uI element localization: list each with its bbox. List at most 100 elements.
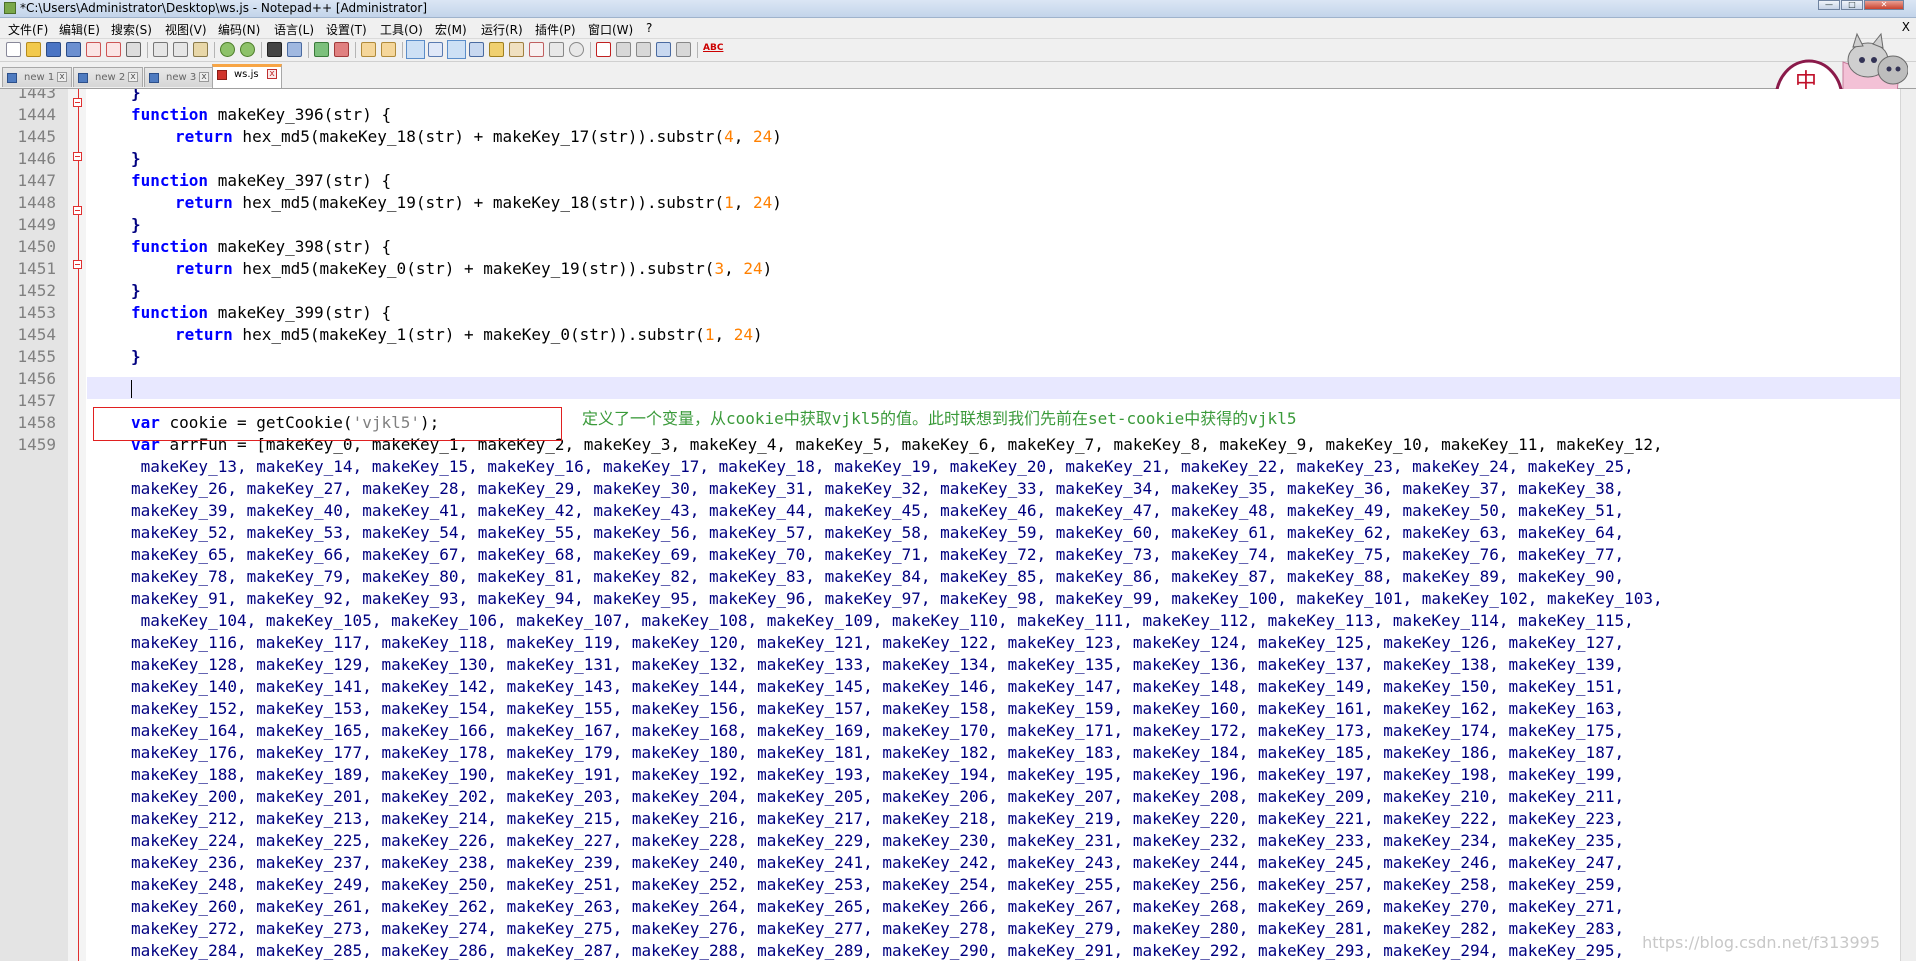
menu-view[interactable]: 视图(V) [165,21,207,38]
close-all-icon[interactable] [106,42,121,57]
menu-macro[interactable]: 宏(M) [435,21,467,38]
record-macro-icon[interactable] [596,42,611,57]
vertical-scrollbar[interactable] [1900,89,1916,961]
tab-close-icon[interactable]: x [57,72,67,82]
menu-run[interactable]: 运行(R) [481,21,523,38]
code-text: ) [772,193,782,212]
title-bar: *C:\Users\Administrator\Desktop\ws.js - … [0,0,1916,18]
menu-search[interactable]: 搜索(S) [111,21,152,38]
save-macro-icon[interactable] [676,42,691,57]
replace-icon[interactable] [287,42,302,57]
zoom-in-icon[interactable] [314,42,329,57]
wrapped-code-line: makeKey_26, makeKey_27, makeKey_28, make… [131,479,1625,498]
sync-vertical-icon[interactable] [361,42,376,57]
menu-tools[interactable]: 工具(O) [380,21,423,38]
code-text: ) [762,259,773,278]
close-window-button[interactable]: ✕ [1864,0,1904,10]
menu-language[interactable]: 语言(L) [274,21,314,38]
menu-settings[interactable]: 设置(T) [326,21,367,38]
line-number: 1448 [17,193,56,212]
line-number: 1453 [17,303,56,322]
save-icon[interactable] [46,42,61,57]
menu-plugins[interactable]: 插件(P) [535,21,576,38]
find-icon[interactable] [267,42,282,57]
code-brace: } [131,149,141,168]
cut-icon[interactable] [153,42,168,57]
code-text: makeKey_396(str) { [208,105,392,124]
paste-icon[interactable] [193,42,208,57]
indent-guide-toggle[interactable] [447,40,466,59]
tab-label: new 3 [166,72,197,83]
spellcheck-icon[interactable]: ABC [703,43,723,53]
print-icon[interactable] [126,42,141,57]
tab-new-3[interactable]: new 3 x [144,67,214,87]
minimize-button[interactable]: — [1818,0,1840,10]
code-text: makeKey_399(str) { [208,303,392,322]
code-number: 1 [724,193,734,212]
line-number: 1456 [17,369,56,388]
tab-new-1[interactable]: new 1 x [2,67,72,87]
tab-label: new 1 [24,72,55,83]
maximize-button[interactable]: □ [1841,0,1863,10]
menu-help[interactable]: ? [646,21,652,35]
tab-close-icon[interactable]: x [267,69,277,79]
notepadpp-app-icon[interactable] [4,2,16,14]
save-all-icon[interactable] [66,42,81,57]
code-text: , [724,259,744,278]
editor-area[interactable]: 1443 1444 1445 1446 1447 1448 1449 1450 … [0,89,1900,961]
code-text: ) [772,127,782,146]
code-text: makeKey_398(str) { [208,237,392,256]
fold-toggle[interactable] [73,98,82,107]
tab-close-icon[interactable]: x [128,72,138,82]
wrapped-code-line: makeKey_176, makeKey_177, makeKey_178, m… [131,743,1625,762]
wrapped-code-line: makeKey_236, makeKey_237, makeKey_238, m… [131,853,1625,872]
menu-bar: 文件(F) 编辑(E) 搜索(S) 视图(V) 编码(N) 语言(L) 设置(T… [0,18,1916,39]
menu-window[interactable]: 窗口(W) [588,21,633,38]
run-macro-multiple-icon[interactable] [656,42,671,57]
play-macro-icon[interactable] [636,42,651,57]
folder-as-workspace-icon[interactable] [529,42,544,57]
sync-horizontal-icon[interactable] [381,42,396,57]
wrapped-code-line: makeKey_91, makeKey_92, makeKey_93, make… [131,589,1663,608]
stop-recording-icon[interactable] [616,42,631,57]
close-file-icon[interactable] [86,42,101,57]
tab-close-icon[interactable]: x [199,72,209,82]
function-list-icon[interactable] [509,42,524,57]
preview-icon[interactable] [569,42,584,57]
document-map-icon[interactable] [489,42,504,57]
tab-new-2[interactable]: new 2 x [73,67,143,87]
code-number: 24 [743,259,763,278]
annotation-text: 定义了一个变量，从cookie中获取vjkl5的值。此时联想到我们先前在set-… [582,409,1297,428]
code-keyword: return [175,325,233,344]
text-caret [131,380,132,398]
line-number: 1452 [17,281,56,300]
redo-icon[interactable] [240,42,255,57]
fold-toggle[interactable] [73,206,82,215]
fold-toggle[interactable] [73,152,82,161]
monitoring-icon[interactable] [549,42,564,57]
word-wrap-toggle[interactable] [406,40,425,59]
wrapped-code-line: makeKey_104, makeKey_105, makeKey_106, m… [131,611,1634,630]
fold-toggle[interactable] [73,260,82,269]
copy-icon[interactable] [173,42,188,57]
tab-ws-js[interactable]: ws.js x [212,64,282,88]
menu-encoding[interactable]: 编码(N) [218,21,260,38]
undo-icon[interactable] [220,42,235,57]
tab-label: new 2 [95,72,126,83]
language-define-icon[interactable] [469,42,484,57]
menu-file[interactable]: 文件(F) [8,21,48,38]
show-all-characters-icon[interactable] [428,42,443,57]
new-file-icon[interactable] [6,42,21,57]
line-number: 1457 [17,391,56,410]
zoom-out-icon[interactable] [334,42,349,57]
wrapped-code-line: makeKey_248, makeKey_249, makeKey_250, m… [131,875,1625,894]
menu-edit[interactable]: 编辑(E) [59,21,100,38]
code-brace: } [131,281,141,300]
highlight-box [93,407,562,441]
toolbar-separator [308,42,309,58]
code-brace: } [131,89,141,102]
line-number: 1445 [17,127,56,146]
open-file-icon[interactable] [26,42,41,57]
code-brace: } [131,215,141,234]
code-keyword: return [175,193,233,212]
